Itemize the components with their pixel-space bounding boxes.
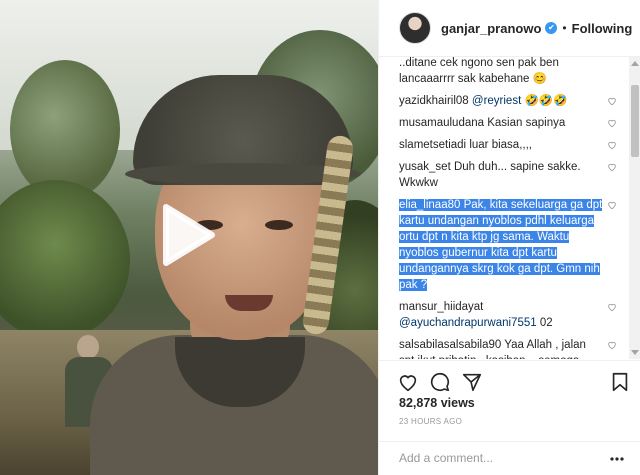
comment-item: slametsetiadi luar biasa,,,,: [379, 137, 629, 153]
heart-icon[interactable]: [607, 162, 617, 172]
following-button[interactable]: Following: [572, 21, 633, 36]
comments-list[interactable]: ..ditane cek ngono sen pak ben lancaaarr…: [379, 57, 629, 359]
heart-icon[interactable]: [607, 302, 617, 312]
add-comment-bar: [379, 441, 640, 475]
comment-mention[interactable]: @ayuchandrapurwani7551: [399, 317, 537, 329]
heart-icon[interactable]: [607, 96, 617, 106]
post-timestamp[interactable]: 23 HOURS AGO: [399, 417, 462, 426]
share-icon[interactable]: [461, 371, 483, 393]
comments-scrollbar[interactable]: [629, 57, 640, 359]
comment-item: yusak_set Duh duh... sapine sakke. Wkwkw: [379, 159, 629, 191]
comment-username[interactable]: elia_linaa80: [399, 199, 460, 211]
separator-dot: •: [562, 21, 567, 35]
comment-item-highlighted: elia_linaa80 Pak, kita sekeluarga ga dpt…: [379, 197, 629, 293]
video-tree: [10, 60, 120, 200]
comment-icon[interactable]: [429, 371, 451, 393]
play-icon: [163, 204, 215, 266]
post-actions: [379, 360, 640, 396]
comment-text: Pak, kita sekeluarga ga dpt kartu undang…: [399, 199, 603, 291]
scroll-down-arrow-icon[interactable]: [631, 350, 639, 355]
heart-icon[interactable]: [607, 340, 617, 350]
bookmark-icon[interactable]: [609, 371, 631, 393]
play-button[interactable]: [153, 200, 223, 270]
avatar[interactable]: [399, 12, 431, 44]
view-count: 82,878 views: [399, 396, 475, 410]
post-header: ganjar_pranowo ✔ • Following: [379, 0, 640, 57]
heart-icon[interactable]: [397, 371, 419, 393]
comment-username[interactable]: yusak_set: [399, 161, 451, 173]
comment-username[interactable]: yazidkhairil08: [399, 95, 469, 107]
add-comment-input[interactable]: [399, 448, 599, 468]
comment-mention[interactable]: @reyriest: [472, 95, 521, 107]
comment-text: Kasian sapinya: [487, 117, 566, 129]
comment-text: ..ditane cek ngono sen pak ben lancaaarr…: [399, 57, 559, 85]
comment-item: yazidkhairil08 @reyriest 🤣🤣🤣: [379, 93, 629, 109]
comment-username[interactable]: mansur_hiidayat: [399, 301, 483, 313]
video-player[interactable]: [0, 0, 378, 475]
more-icon[interactable]: [609, 451, 625, 467]
post-sidebar: ganjar_pranowo ✔ • Following ..ditane ce…: [378, 0, 640, 475]
video-tree: [0, 180, 130, 340]
scrollbar-thumb[interactable]: [631, 85, 639, 157]
heart-icon[interactable]: [607, 118, 617, 128]
username-link[interactable]: ganjar_pranowo: [441, 21, 541, 36]
comment-username[interactable]: salsabilasalsabila90: [399, 339, 501, 351]
comment-text: 🤣🤣🤣: [521, 95, 568, 107]
comment-text: 02: [536, 317, 553, 329]
comment-item: musamauludana Kasian sapinya: [379, 115, 629, 131]
scroll-up-arrow-icon[interactable]: [631, 61, 639, 66]
comment-username[interactable]: slametsetiadi: [399, 139, 466, 151]
heart-icon[interactable]: [607, 140, 617, 150]
verified-badge-icon: ✔: [545, 22, 558, 34]
comment-item: mansur_hiidayat @ayuchandrapurwani7551 0…: [379, 299, 629, 331]
heart-icon[interactable]: [607, 200, 617, 210]
comment-item: salsabilasalsabila90 Yaa Allah , jalan s…: [379, 337, 629, 359]
video-subject: [90, 75, 378, 475]
comment-item: ..ditane cek ngono sen pak ben lancaaarr…: [379, 57, 629, 87]
comment-username[interactable]: musamauludana: [399, 117, 484, 129]
comment-text: luar biasa,,,,: [469, 139, 532, 151]
